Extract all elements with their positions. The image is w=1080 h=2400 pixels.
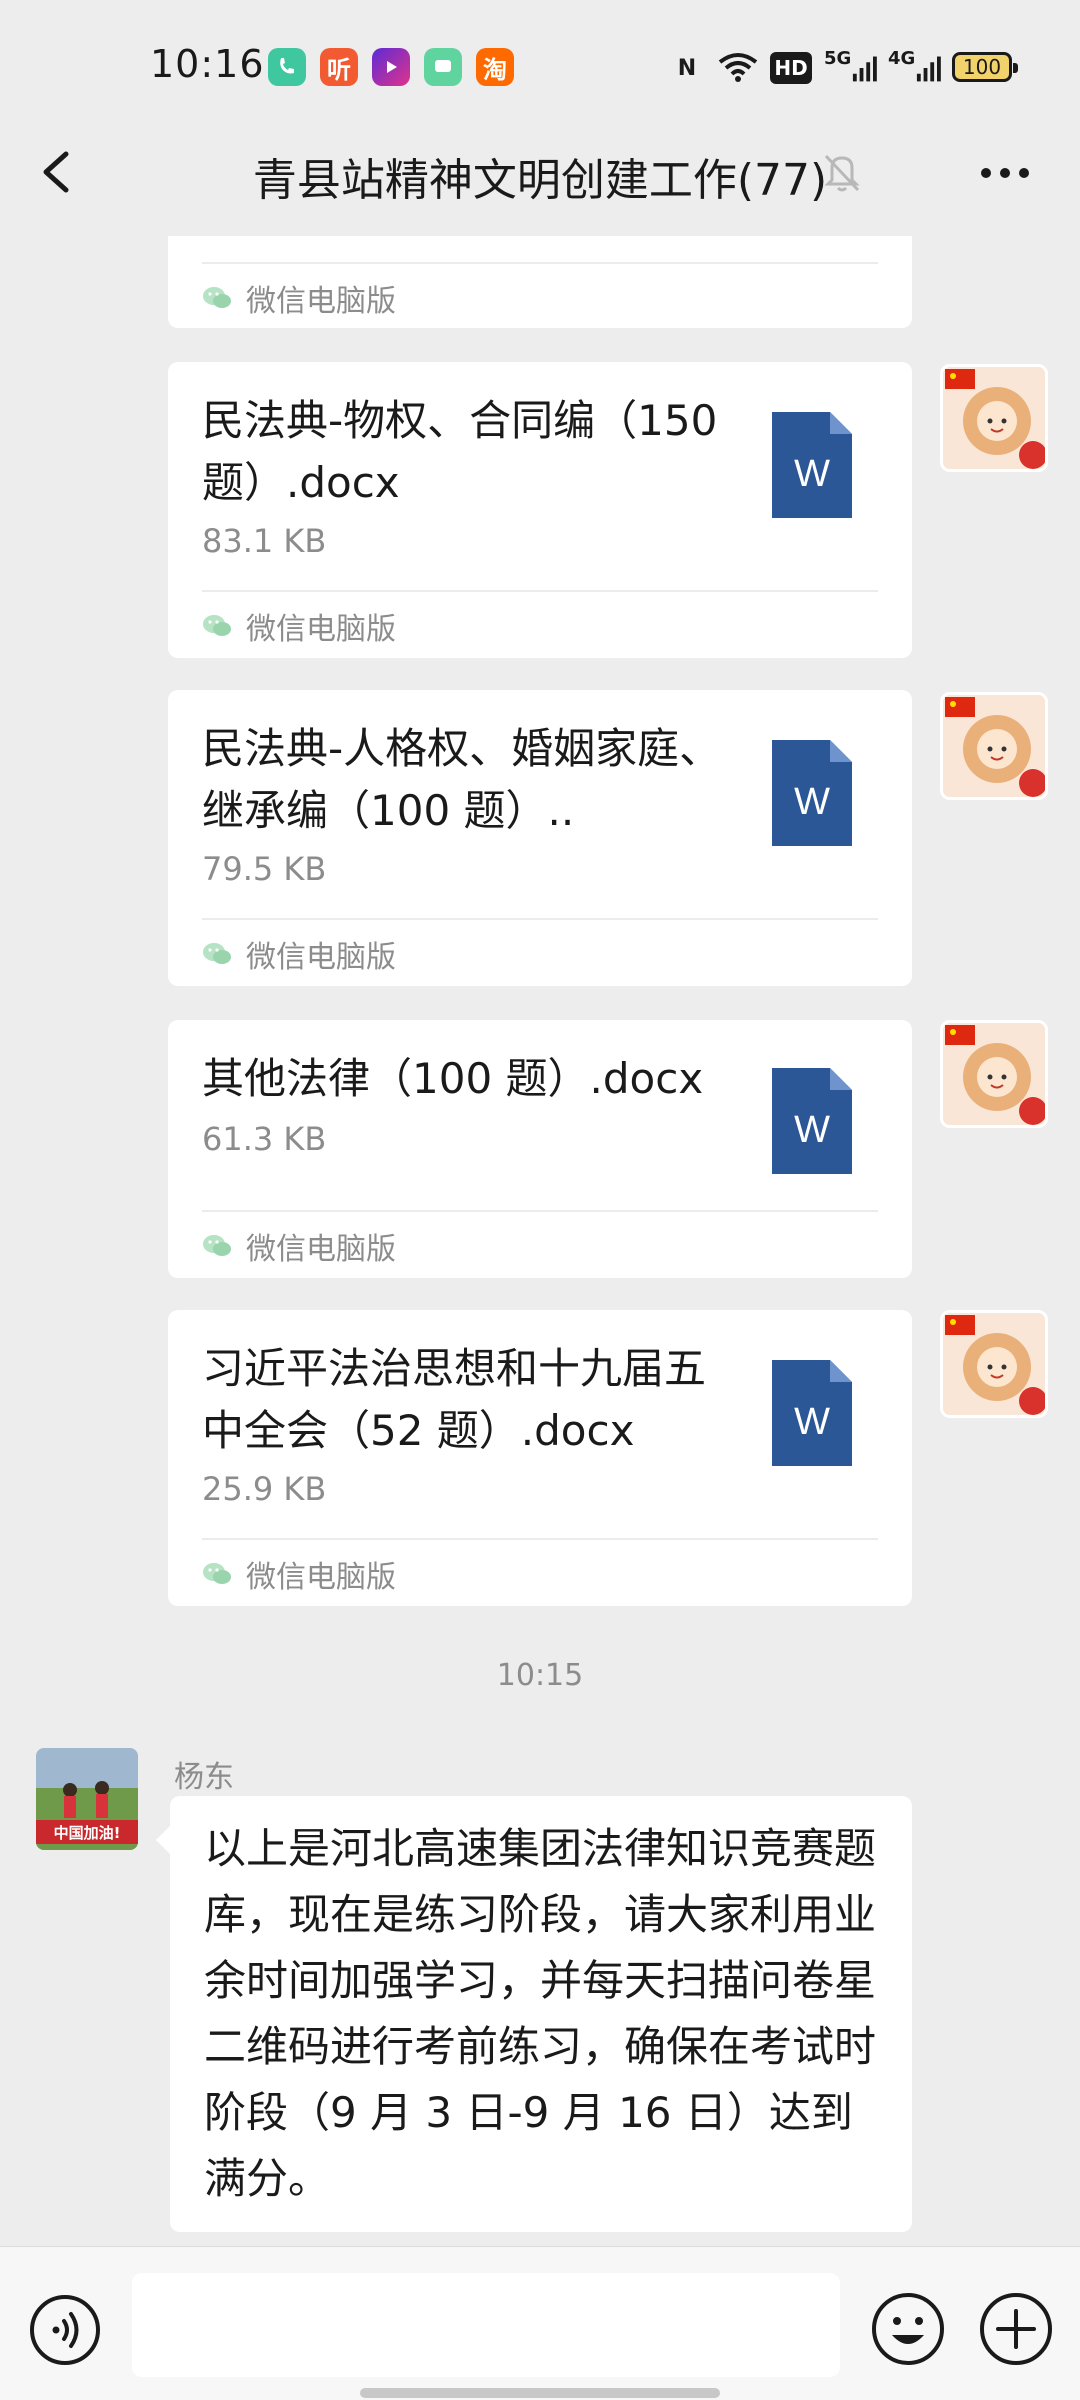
message-input[interactable]	[132, 2273, 840, 2377]
file-message[interactable]: 民法典-物权、合同编（150 题）.docx 83.1 KB W 微信电脑版	[168, 362, 912, 658]
sender-avatar[interactable]: 中国加油!	[36, 1748, 138, 1850]
my-avatar[interactable]	[940, 692, 1048, 800]
bubble-divider	[202, 1210, 878, 1212]
word-icon-letter: W	[794, 781, 830, 823]
cartoon-avatar-icon	[943, 1313, 1045, 1415]
more-options-button[interactable]	[970, 148, 1040, 198]
voice-input-button[interactable]	[28, 2293, 102, 2367]
message-app-icon	[424, 48, 462, 86]
emoji-button[interactable]	[870, 2291, 946, 2367]
taobao-app-icon: 淘	[476, 48, 514, 86]
source-label: 微信电脑版	[246, 1560, 396, 1595]
file-size: 83.1 KB	[202, 522, 327, 560]
source-row: 微信电脑版	[202, 1554, 396, 1595]
word-icon-letter: W	[794, 453, 830, 495]
source-label: 微信电脑版	[246, 612, 396, 647]
file-name: 民法典-物权、合同编（150 题）.docx	[202, 396, 718, 507]
file-name: 习近平法治思想和十九届五中全会（52 题）.docx	[202, 1344, 707, 1455]
plus-icon	[980, 2293, 1052, 2365]
word-icon-letter: W	[794, 1401, 830, 1443]
source-row: 微信电脑版	[202, 934, 396, 975]
file-size: 61.3 KB	[202, 1120, 327, 1158]
signal-5g-icon: 5G	[824, 48, 880, 88]
hd-icon: HD	[770, 52, 812, 84]
video-app-icon	[372, 48, 410, 86]
bubble-divider	[202, 262, 878, 264]
source-label: 微信电脑版	[246, 284, 396, 319]
home-indicator[interactable]	[360, 2388, 720, 2398]
word-document-icon: W	[772, 1360, 852, 1466]
cartoon-avatar-icon	[943, 695, 1045, 797]
signal-4g-icon: 4G	[888, 48, 944, 88]
battery-icon: 100	[952, 52, 1018, 82]
file-message[interactable]: 民法典-人格权、婚姻家庭、继承编（100 题）.. 79.5 KB W 微信电脑…	[168, 690, 912, 986]
sender-name: 杨东	[174, 1760, 234, 1795]
cartoon-avatar-icon	[943, 367, 1045, 469]
mute-bell-icon	[822, 150, 862, 194]
photo-avatar-icon: 中国加油!	[36, 1748, 138, 1850]
wifi-icon	[716, 48, 760, 88]
source-row: 微信电脑版	[202, 606, 396, 647]
input-bar	[0, 2246, 1080, 2400]
file-message[interactable]: 其他法律（100 题）.docx 61.3 KB W 微信电脑版	[168, 1020, 912, 1278]
word-document-icon: W	[772, 740, 852, 846]
chat-header: 青县站精神文明创建工作(77)	[0, 130, 1080, 214]
bubble-divider	[202, 1538, 878, 1540]
status-bar: 10:16 听 淘 N HD 5G 4G 100	[0, 0, 1080, 130]
file-size: 25.9 KB	[202, 1470, 327, 1508]
message-timestamp: 10:15	[496, 1658, 584, 1693]
file-name: 其他法律（100 题）.docx	[202, 1054, 704, 1103]
wechat-icon	[203, 287, 231, 308]
more-functions-button[interactable]	[978, 2291, 1054, 2367]
my-avatar[interactable]	[940, 1310, 1048, 1418]
source-row: 微信电脑版	[202, 1226, 396, 1267]
bubble-divider	[202, 590, 878, 592]
bubble-divider	[202, 918, 878, 920]
word-icon-letter: W	[794, 1109, 830, 1151]
my-avatar[interactable]	[940, 364, 1048, 472]
signal-5g-label: 5G	[824, 48, 852, 69]
voice-icon	[30, 2295, 100, 2365]
my-avatar[interactable]	[940, 1020, 1048, 1128]
more-dots-icon	[981, 168, 1029, 178]
status-time: 10:16	[150, 42, 265, 86]
wechat-icon	[203, 1563, 231, 1584]
word-document-icon: W	[772, 1068, 852, 1174]
source-label: 微信电脑版	[246, 1232, 396, 1267]
source-row: 微信电脑版	[202, 278, 396, 319]
file-name: 民法典-人格权、婚姻家庭、继承编（100 题）..	[202, 724, 722, 835]
word-document-icon: W	[772, 412, 852, 518]
message-text: 以上是河北高速集团法律知识竞赛题库，现在是练习阶段，请大家利用业余时间加强学习，…	[204, 1824, 877, 2203]
wechat-icon	[203, 1235, 231, 1256]
wechat-icon	[203, 943, 231, 964]
cartoon-avatar-icon	[943, 1023, 1045, 1125]
wechat-icon	[203, 615, 231, 636]
source-label: 微信电脑版	[246, 940, 396, 975]
file-message-partial[interactable]: 微信电脑版	[168, 236, 912, 328]
nfc-icon: N	[677, 55, 697, 81]
avatar-caption: 中国加油!	[54, 1824, 121, 1842]
ximalaya-app-icon: 听	[320, 48, 358, 86]
file-size: 79.5 KB	[202, 850, 327, 888]
phone-app-icon	[268, 48, 306, 86]
text-message-bubble[interactable]: 以上是河北高速集团法律知识竞赛题库，现在是练习阶段，请大家利用业余时间加强学习，…	[156, 1796, 912, 2232]
chat-title: 青县站精神文明创建工作(77)	[252, 155, 828, 206]
file-message[interactable]: 习近平法治思想和十九届五中全会（52 题）.docx 25.9 KB W 微信电…	[168, 1310, 912, 1606]
signal-4g-label: 4G	[888, 48, 916, 69]
emoji-icon	[872, 2293, 944, 2365]
